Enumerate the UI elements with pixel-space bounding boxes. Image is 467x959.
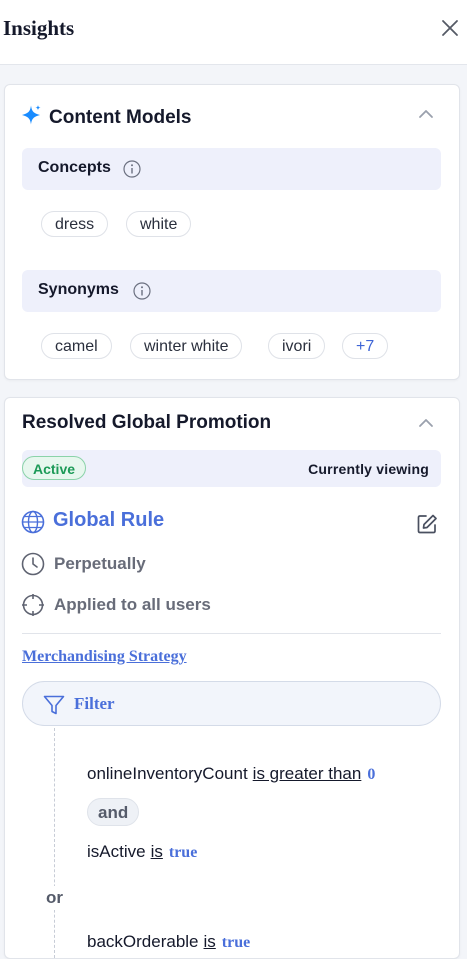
concept-chip[interactable]: dress <box>41 211 109 237</box>
info-icon[interactable] <box>133 282 151 300</box>
condition-field: onlineInventoryCount <box>87 764 248 783</box>
clock-icon <box>21 552 45 576</box>
promotion-title: Resolved Global Promotion <box>22 412 272 433</box>
synonym-chip[interactable]: ivori <box>268 333 326 359</box>
condition-row: backOrderable is true <box>87 932 250 952</box>
filter-icon <box>43 695 65 715</box>
condition-operator[interactable]: is <box>204 932 216 951</box>
condition-value[interactable]: 0 <box>367 766 375 783</box>
more-synonyms-chip[interactable]: +7 <box>342 333 389 359</box>
condition-value[interactable]: true <box>169 844 197 861</box>
divider <box>22 633 441 634</box>
condition-value[interactable]: true <box>222 934 250 951</box>
filter-toggle[interactable]: Filter <box>22 681 441 726</box>
currently-viewing-label: Currently viewing <box>308 461 429 477</box>
merchandising-strategy-link[interactable]: Merchandising Strategy <box>22 648 187 666</box>
target-icon <box>22 594 44 616</box>
audience-text: Applied to all users <box>54 595 211 614</box>
synonyms-section-header: Synonyms <box>22 270 441 312</box>
or-connector: or <box>46 886 63 910</box>
concept-chip[interactable]: white <box>126 211 192 237</box>
promotion-card: Resolved Global Promotion Active Current… <box>4 397 460 959</box>
concepts-label: Concepts <box>38 159 111 176</box>
globe-icon <box>21 510 45 534</box>
condition-operator[interactable]: is greater than <box>253 764 362 783</box>
filter-label: Filter <box>74 694 115 713</box>
edit-icon[interactable] <box>416 513 438 535</box>
info-icon[interactable] <box>123 160 141 178</box>
rule-name-link[interactable]: Global Rule <box>53 509 164 532</box>
status-badge: Active <box>22 456 87 480</box>
schedule-text: Perpetually <box>54 554 146 573</box>
condition-field: backOrderable <box>87 932 199 951</box>
sparkle-icon <box>22 105 41 125</box>
panel-title: Insights <box>3 16 75 40</box>
and-connector: and <box>87 798 140 826</box>
synonym-chip[interactable]: winter white <box>130 333 243 359</box>
condition-row: isActive is true <box>87 842 197 862</box>
chevron-up-icon[interactable] <box>418 415 434 431</box>
synonyms-label: Synonyms <box>38 281 119 298</box>
condition-field: isActive <box>87 842 146 861</box>
status-bar: Active Currently viewing <box>22 450 441 487</box>
chevron-up-icon[interactable] <box>418 106 434 122</box>
condition-operator[interactable]: is <box>151 842 163 861</box>
insights-header: Insights <box>0 0 467 65</box>
content-models-title: Content Models <box>49 107 192 128</box>
condition-tree-line <box>54 728 55 958</box>
concepts-section-header: Concepts <box>22 148 441 190</box>
close-icon[interactable] <box>441 19 459 37</box>
content-models-card: Content Models Concepts dress white Syno… <box>4 84 460 380</box>
synonym-chip[interactable]: camel <box>41 333 112 359</box>
condition-row: onlineInventoryCount is greater than 0 <box>87 764 375 784</box>
